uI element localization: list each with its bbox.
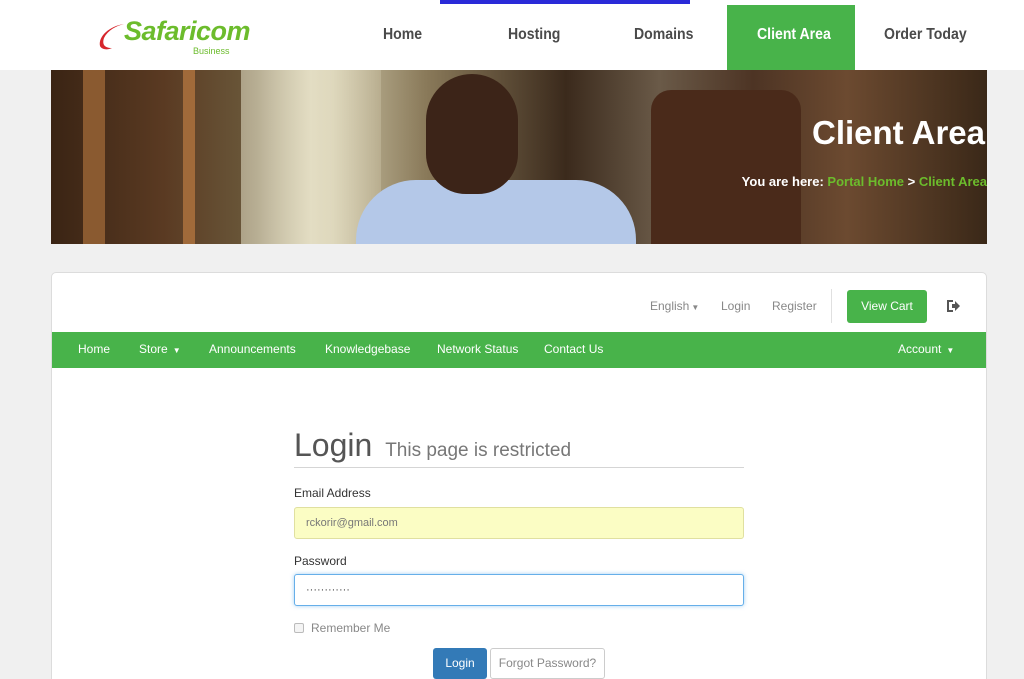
login-heading: Login This page is restricted: [294, 427, 744, 468]
logout-icon[interactable]: [945, 298, 961, 314]
view-cart-button[interactable]: View Cart: [847, 290, 927, 323]
top-link-strip: [440, 0, 690, 5]
brand-name: Safaricom: [124, 16, 251, 46]
password-field[interactable]: ············: [294, 574, 744, 606]
breadcrumb-portal-home[interactable]: Portal Home: [827, 174, 904, 189]
client-nav-bar: Home Store ▼ Announcements Knowledgebase …: [52, 332, 986, 368]
hero-banner: Client Area You are here: Portal Home > …: [51, 70, 987, 244]
login-link[interactable]: Login: [721, 299, 750, 313]
email-field[interactable]: rckorir@gmail.com: [294, 507, 744, 539]
breadcrumb-separator: >: [907, 174, 916, 189]
topnav-home[interactable]: Home: [383, 26, 422, 44]
login-form: Login This page is restricted Email Addr…: [294, 427, 744, 679]
nav-contact-us[interactable]: Contact Us: [544, 342, 603, 356]
hero-decor: [183, 70, 195, 244]
nav-home[interactable]: Home: [78, 342, 110, 356]
nav-account-label: Account: [898, 342, 942, 356]
breadcrumb-client-area[interactable]: Client Area: [919, 174, 987, 189]
remember-label: Remember Me: [311, 621, 391, 635]
register-link[interactable]: Register: [772, 299, 817, 313]
nav-account[interactable]: Account ▼: [898, 342, 954, 356]
caret-down-icon: ▼: [691, 303, 700, 312]
topnav-client-area-label: Client Area: [757, 26, 831, 43]
divider: [831, 289, 832, 323]
login-button[interactable]: Login: [433, 648, 487, 679]
hero-decor: [83, 70, 105, 244]
topnav-hosting[interactable]: Hosting: [508, 26, 560, 44]
site-header: Safaricom Business Home Hosting Domains …: [0, 0, 1024, 70]
nav-network-status[interactable]: Network Status: [437, 342, 518, 356]
password-label: Password: [294, 554, 347, 568]
page-title: Client Area: [812, 114, 985, 151]
language-dropdown[interactable]: English ▼: [650, 299, 699, 313]
remember-checkbox[interactable]: [294, 623, 304, 633]
nav-store[interactable]: Store ▼: [139, 342, 181, 356]
hero-decor: [651, 90, 801, 244]
topnav-order-today[interactable]: Order Today: [884, 26, 967, 44]
login-subtitle: This page is restricted: [385, 440, 572, 461]
breadcrumb-prefix: You are here:: [741, 174, 824, 189]
caret-down-icon: ▼: [172, 346, 181, 355]
breadcrumb: You are here: Portal Home > Client Area: [742, 174, 987, 189]
nav-store-label: Store: [139, 342, 168, 356]
client-area-card: English ▼ Login Register View Cart Home S…: [51, 272, 987, 679]
brand-subtitle: Business: [193, 46, 230, 56]
nav-knowledgebase[interactable]: Knowledgebase: [325, 342, 410, 356]
caret-down-icon: ▼: [946, 346, 955, 355]
safaricom-logo[interactable]: Safaricom Business: [96, 16, 251, 60]
nav-announcements[interactable]: Announcements: [209, 342, 296, 356]
topnav-client-area[interactable]: Client Area: [727, 5, 855, 70]
login-title: Login: [294, 427, 373, 463]
hero-decor: [426, 74, 518, 194]
topnav-domains[interactable]: Domains: [634, 26, 693, 44]
email-label: Email Address: [294, 486, 371, 500]
forgot-password-button[interactable]: Forgot Password?: [490, 648, 605, 679]
language-label: English: [650, 299, 690, 313]
remember-me[interactable]: Remember Me: [294, 621, 390, 635]
